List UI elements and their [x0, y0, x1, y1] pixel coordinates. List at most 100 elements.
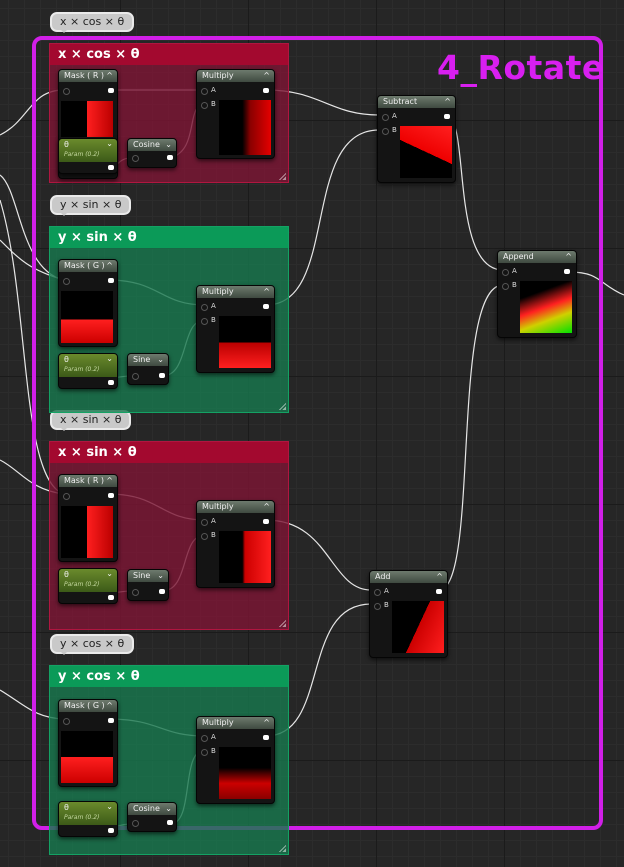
resize-handle-icon[interactable] — [278, 619, 286, 627]
input-pin[interactable] — [132, 373, 139, 380]
chevron-up-icon[interactable]: ^ — [106, 700, 113, 712]
sine-node[interactable]: Sine ⌄ — [127, 569, 169, 601]
chevron-up-icon[interactable]: ^ — [263, 70, 270, 82]
chevron-down-icon[interactable]: ⌄ — [165, 803, 172, 815]
sine-node[interactable]: Sine ⌄ — [127, 353, 169, 385]
node-title: Sine — [133, 571, 151, 580]
input-pin-a[interactable] — [201, 735, 208, 742]
chevron-down-icon[interactable]: ⌄ — [157, 570, 164, 582]
multiply-node[interactable]: Multiply ^ A B — [196, 69, 275, 159]
chevron-up-icon[interactable]: ^ — [106, 70, 113, 82]
cosine-node[interactable]: Cosine ⌄ — [127, 138, 177, 168]
subtract-node[interactable]: Subtract ^ A B — [377, 95, 456, 183]
input-pin-b[interactable] — [374, 603, 381, 610]
comment-bubble[interactable]: y × cos × θ — [50, 634, 135, 655]
input-pin[interactable] — [63, 718, 70, 725]
comment-title: y × cos × θ — [50, 666, 288, 687]
output-pin[interactable] — [444, 114, 450, 119]
preview-image — [392, 601, 444, 653]
input-pin-a[interactable] — [374, 589, 381, 596]
input-pin[interactable] — [63, 278, 70, 285]
node-title: Multiply — [202, 718, 234, 727]
input-pin-b[interactable] — [502, 283, 509, 290]
input-pin-a[interactable] — [201, 519, 208, 526]
chevron-down-icon[interactable]: ⌄ — [106, 569, 113, 579]
chevron-down-icon[interactable]: ⌄ — [165, 139, 172, 151]
preview-image — [400, 126, 452, 178]
input-pin-b[interactable] — [201, 318, 208, 325]
input-pin-a[interactable] — [201, 304, 208, 311]
output-pin[interactable] — [108, 493, 114, 498]
chevron-up-icon[interactable]: ^ — [444, 96, 451, 108]
mask-r-node[interactable]: Mask ( R ) ^ — [58, 474, 118, 562]
node-title: Append — [503, 252, 534, 261]
chevron-down-icon[interactable]: ⌄ — [157, 354, 164, 366]
output-pin[interactable] — [263, 735, 269, 740]
comment-bubble[interactable]: x × sin × θ — [50, 410, 132, 431]
preview-image — [61, 731, 113, 783]
pin-label-b: B — [211, 531, 216, 539]
pin-label-a: A — [211, 302, 216, 310]
chevron-up-icon[interactable]: ^ — [263, 286, 270, 298]
output-pin[interactable] — [108, 88, 114, 93]
output-pin[interactable] — [108, 828, 114, 833]
append-node[interactable]: Append ^ A B — [497, 250, 577, 338]
pin-label-a: A — [211, 517, 216, 525]
input-pin-b[interactable] — [201, 749, 208, 756]
resize-handle-icon[interactable] — [278, 402, 286, 410]
mask-g-node[interactable]: Mask ( G ) ^ — [58, 699, 118, 787]
chevron-up-icon[interactable]: ^ — [263, 501, 270, 513]
chevron-down-icon[interactable]: ⌄ — [106, 139, 113, 149]
output-pin[interactable] — [108, 165, 114, 170]
output-pin[interactable] — [108, 380, 114, 385]
input-pin-b[interactable] — [382, 128, 389, 135]
resize-handle-icon[interactable] — [278, 172, 286, 180]
comment-title: x × cos × θ — [50, 44, 288, 65]
chevron-up-icon[interactable]: ^ — [263, 717, 270, 729]
output-pin[interactable] — [263, 304, 269, 309]
input-pin[interactable] — [63, 493, 70, 500]
mask-g-node[interactable]: Mask ( G ) ^ — [58, 259, 118, 347]
output-pin[interactable] — [263, 88, 269, 93]
node-title: Mask ( R ) — [64, 71, 105, 80]
multiply-node[interactable]: Multiply ^ A B — [196, 500, 275, 588]
input-pin[interactable] — [132, 589, 139, 596]
chevron-up-icon[interactable]: ^ — [106, 260, 113, 272]
chevron-up-icon[interactable]: ^ — [565, 251, 572, 263]
input-pin-b[interactable] — [201, 102, 208, 109]
output-pin[interactable] — [167, 820, 173, 825]
output-pin[interactable] — [263, 519, 269, 524]
multiply-node[interactable]: Multiply ^ A B — [196, 285, 275, 373]
multiply-node[interactable]: Multiply ^ A B — [196, 716, 275, 804]
chevron-down-icon[interactable]: ⌄ — [106, 354, 113, 364]
theta-param-node[interactable]: θ Param (0.2) ⌄ — [58, 138, 118, 174]
output-pin[interactable] — [436, 589, 442, 594]
input-pin[interactable] — [132, 155, 139, 162]
add-node[interactable]: Add ^ A B — [369, 570, 448, 658]
output-pin[interactable] — [159, 589, 165, 594]
input-pin-b[interactable] — [201, 533, 208, 540]
output-pin[interactable] — [167, 155, 173, 160]
theta-param-node[interactable]: θ Param (0.2) ⌄ — [58, 801, 118, 837]
input-pin[interactable] — [63, 88, 70, 95]
preview-image — [61, 101, 113, 137]
chevron-up-icon[interactable]: ^ — [106, 475, 113, 487]
input-pin-a[interactable] — [502, 269, 509, 276]
input-pin-a[interactable] — [382, 114, 389, 121]
input-pin-a[interactable] — [201, 88, 208, 95]
resize-handle-icon[interactable] — [278, 844, 286, 852]
output-pin[interactable] — [159, 373, 165, 378]
comment-bubble[interactable]: y × sin × θ — [50, 195, 132, 216]
output-pin[interactable] — [108, 595, 114, 600]
theta-param-node[interactable]: θ Param (0.2) ⌄ — [58, 568, 118, 604]
input-pin[interactable] — [132, 820, 139, 827]
theta-param-node[interactable]: θ Param (0.2) ⌄ — [58, 353, 118, 389]
pin-label-b: B — [211, 316, 216, 324]
comment-bubble[interactable]: x × cos × θ — [50, 12, 135, 33]
chevron-up-icon[interactable]: ^ — [436, 571, 443, 583]
output-pin[interactable] — [108, 718, 114, 723]
cosine-node[interactable]: Cosine ⌄ — [127, 802, 177, 832]
output-pin[interactable] — [108, 278, 114, 283]
output-pin[interactable] — [564, 269, 570, 274]
chevron-down-icon[interactable]: ⌄ — [106, 802, 113, 812]
